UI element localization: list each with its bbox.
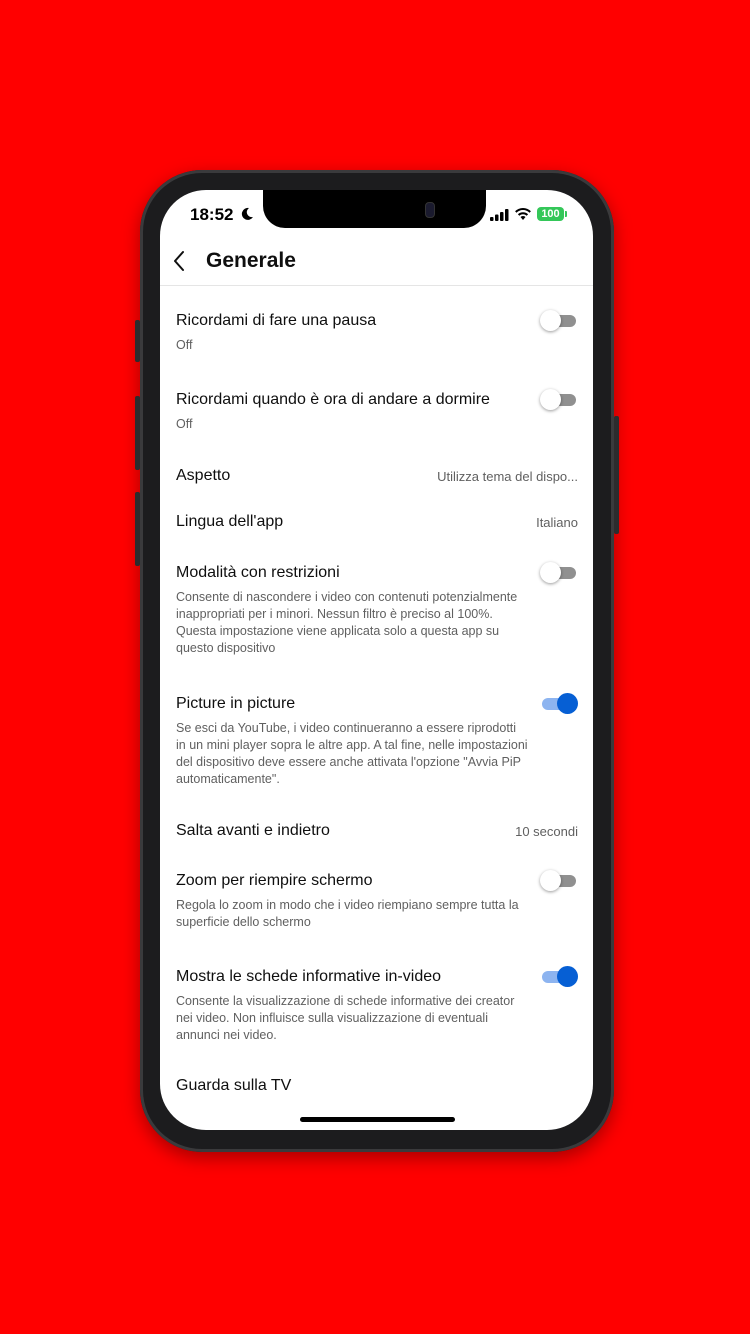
setting-description: Regola lo zoom in modo che i video riemp… xyxy=(176,898,519,929)
screen: 18:52 100 Generale Ricordami di fare una… xyxy=(160,190,593,1130)
setting-break-reminder[interactable]: Ricordami di fare una pausa Off xyxy=(176,310,578,354)
setting-label: Ricordami quando è ora di andare a dormi… xyxy=(176,391,490,408)
setting-bedtime-reminder[interactable]: Ricordami quando è ora di andare a dormi… xyxy=(176,389,578,433)
setting-description: Consente la visualizzazione di schede in… xyxy=(176,994,515,1042)
bedtime-reminder-toggle[interactable] xyxy=(540,389,578,410)
setting-app-language[interactable]: Lingua dell'app Italiano xyxy=(176,513,578,531)
setting-label: Modalità con restrizioni xyxy=(176,564,340,581)
battery-icon: 100 xyxy=(537,207,564,221)
action-button xyxy=(135,320,140,362)
setting-description: Se esci da YouTube, i video continuerann… xyxy=(176,721,528,786)
battery-tip xyxy=(565,211,567,217)
setting-seek[interactable]: Salta avanti e indietro 10 secondi xyxy=(176,822,578,840)
setting-appearance[interactable]: Aspetto Utilizza tema del dispo... xyxy=(176,467,578,485)
setting-picture-in-picture[interactable]: Picture in picture Se esci da YouTube, i… xyxy=(176,693,578,788)
setting-description: Off xyxy=(176,417,193,431)
power-button xyxy=(614,416,619,534)
page-header: Generale xyxy=(160,236,593,286)
setting-value: Italiano xyxy=(536,515,578,530)
setting-value: 10 secondi xyxy=(515,824,578,839)
wifi-icon xyxy=(515,208,531,220)
restricted-mode-toggle[interactable] xyxy=(540,562,578,583)
chevron-left-icon[interactable] xyxy=(172,250,186,272)
setting-label: Guarda sulla TV xyxy=(176,1077,292,1094)
picture-in-picture-toggle[interactable] xyxy=(540,693,578,714)
setting-value: Utilizza tema del dispo... xyxy=(437,469,578,484)
moon-icon xyxy=(241,207,253,220)
dynamic-notch xyxy=(263,190,486,228)
setting-label: Ricordami di fare una pausa xyxy=(176,312,377,329)
setting-label: Picture in picture xyxy=(176,695,296,712)
home-indicator[interactable] xyxy=(300,1117,455,1122)
info-cards-toggle[interactable] xyxy=(540,966,578,987)
page-title: Generale xyxy=(206,249,296,272)
setting-zoom-fill[interactable]: Zoom per riempire schermo Regola lo zoom… xyxy=(176,870,578,931)
volume-down-button xyxy=(135,492,140,566)
setting-label: Mostra le schede informative in-video xyxy=(176,968,442,985)
volume-up-button xyxy=(135,396,140,470)
break-reminder-toggle[interactable] xyxy=(540,310,578,331)
status-time: 18:52 xyxy=(190,205,234,224)
setting-description: Off xyxy=(176,338,193,352)
setting-restricted-mode[interactable]: Modalità con restrizioni Consente di nas… xyxy=(176,562,578,657)
setting-info-cards[interactable]: Mostra le schede informative in-video Co… xyxy=(176,966,578,1044)
camera-icon xyxy=(425,202,435,218)
setting-label: Zoom per riempire schermo xyxy=(176,872,373,889)
signal-icon xyxy=(490,209,509,221)
setting-description: Consente di nascondere i video con conte… xyxy=(176,590,518,655)
setting-watch-on-tv[interactable]: Guarda sulla TV xyxy=(176,1077,578,1095)
zoom-fill-toggle[interactable] xyxy=(540,870,578,891)
setting-label: Lingua dell'app xyxy=(176,513,284,530)
